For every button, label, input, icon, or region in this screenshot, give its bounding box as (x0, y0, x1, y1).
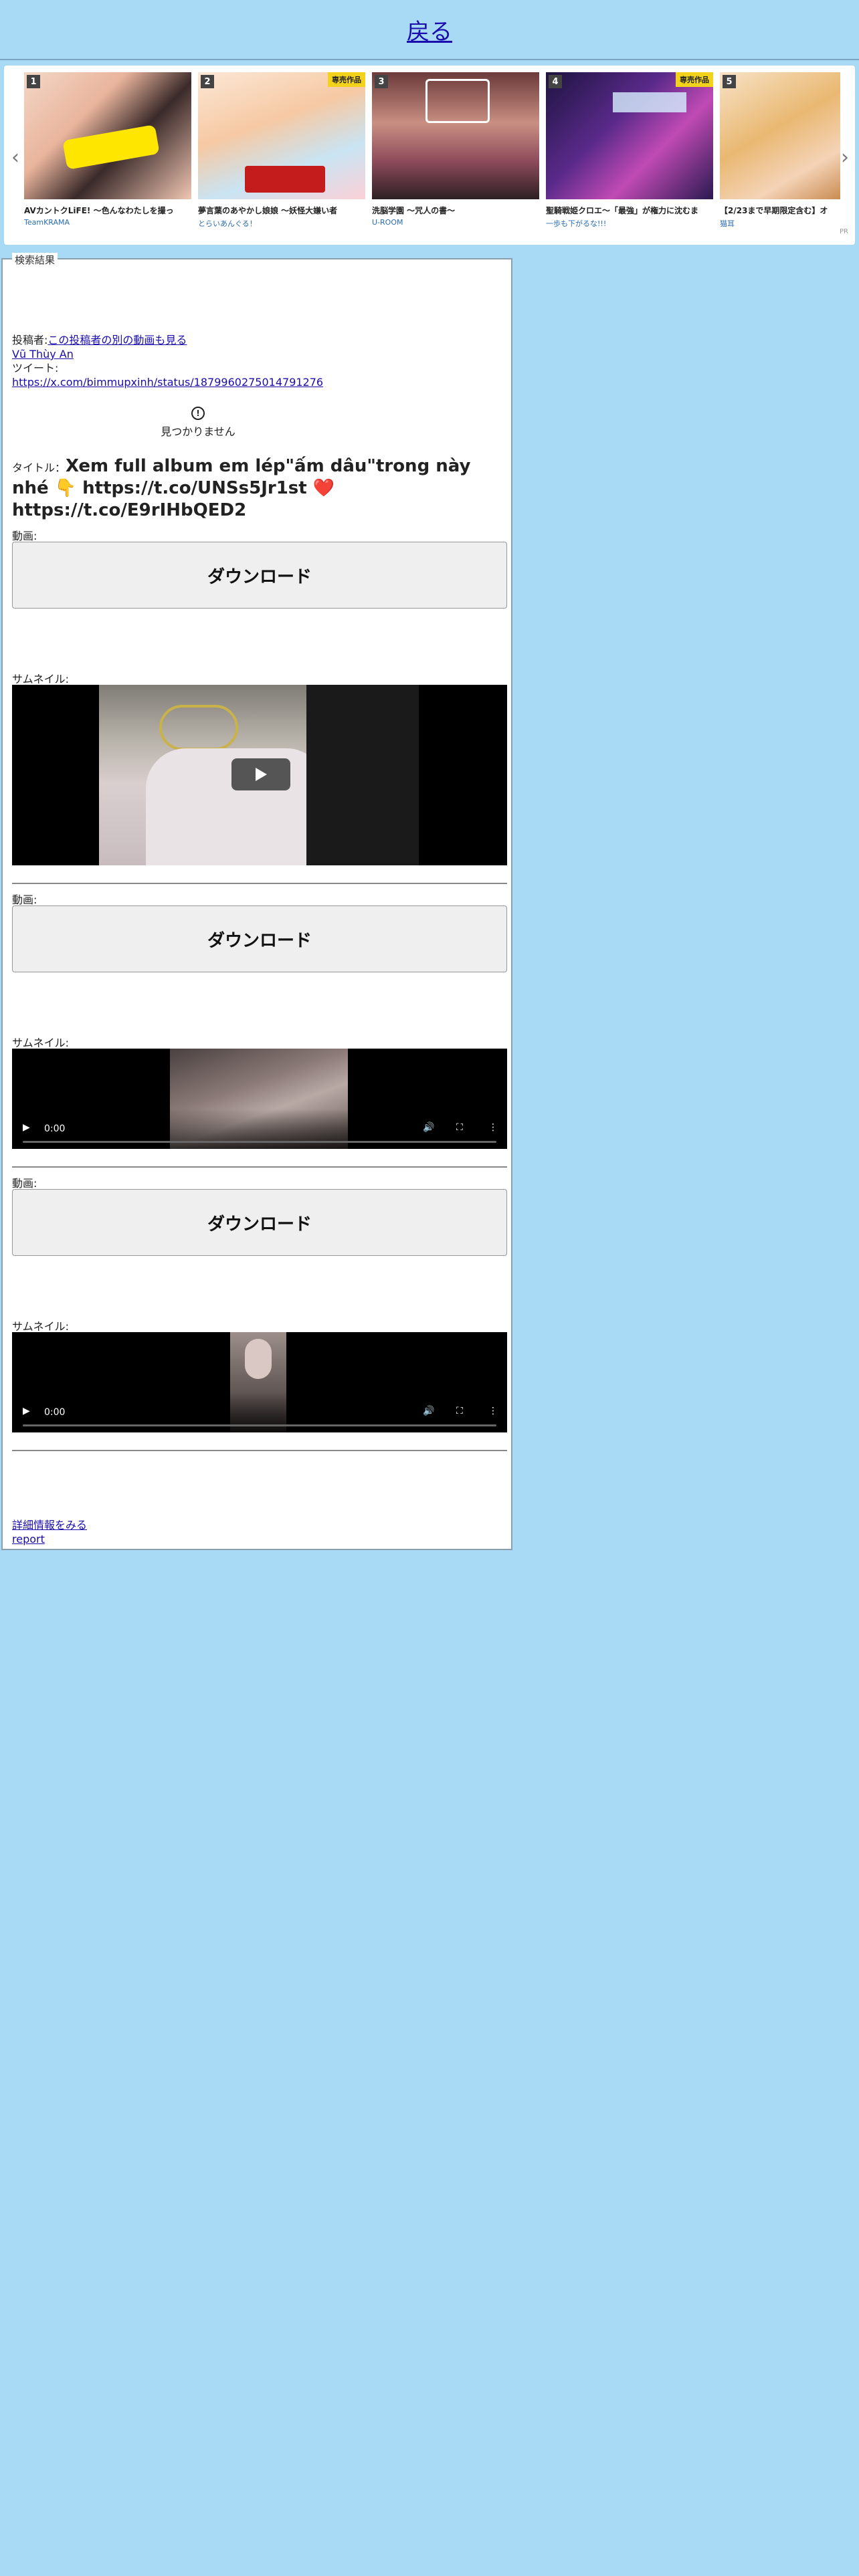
video-controls: ▶ 0:00 🔊 ⛶ ⋮ (12, 1109, 507, 1149)
rank-badge: 3 (375, 75, 388, 88)
card-circle: 猫耳 (720, 219, 735, 228)
thumbnail-label: サムネイル: (12, 1037, 70, 1049)
card-thumbnail: 4 専売作品 (546, 72, 713, 199)
report-link[interactable]: report (12, 1533, 45, 1545)
poster-label: 投稿者: (12, 334, 48, 346)
rank-badge: 5 (723, 75, 736, 88)
video-time: 0:00 (44, 1407, 66, 1418)
title-text: Xem full album em lép"ấm dâu"trong này n… (12, 456, 471, 520)
rank-badge: 4 (549, 75, 562, 88)
carousel-card[interactable]: 3 洗脳学園 ～咒人の書～ U-ROOM (372, 72, 539, 227)
rank-badge: 1 (27, 75, 40, 88)
tweet-url-link[interactable]: https://x.com/bimmupxinh/status/18799602… (12, 376, 323, 389)
download-button[interactable]: ダウンロード (12, 1189, 507, 1256)
alert-circle-icon: ! (191, 407, 205, 420)
result-legend: 検索結果 (12, 253, 58, 267)
card-circle: とらいあんぐる！ (198, 219, 257, 228)
download-button[interactable]: ダウンロード (12, 542, 507, 609)
video-label: 動画: (12, 530, 37, 542)
download-button[interactable]: ダウンロード (12, 905, 507, 972)
details-link[interactable]: 詳細情報をみる (12, 1519, 87, 1531)
carousel-next-icon[interactable]: › (836, 146, 854, 169)
video-thumbnail[interactable] (12, 685, 507, 865)
card-circle: U-ROOM (372, 218, 403, 227)
video-progress[interactable] (23, 1424, 496, 1426)
card-title: 聖騎戦姫クロエ～「最強」が権力に沈むま (546, 206, 699, 215)
not-found-notice: ! 見つかりません (12, 407, 384, 439)
back-link[interactable]: 戻る (407, 13, 452, 46)
play-icon[interactable]: ▶ (23, 1406, 30, 1416)
fullscreen-icon[interactable]: ⛶ (456, 1122, 463, 1133)
tweet-label: ツイート: (12, 362, 59, 374)
carousel-card[interactable]: 5 【2/23まで早期限定含む】オ 猫耳 (720, 72, 840, 229)
pr-label: PR (840, 228, 848, 235)
divider (12, 1450, 507, 1451)
video-label: 動画: (12, 893, 37, 906)
ad-carousel: ‹ 1 AVカントクLiFE! ～色んなわたしを撮っ TeamKRAMA 2 専… (4, 66, 855, 245)
card-thumbnail: 5 (720, 72, 840, 199)
tweet-title: タイトル：Xem full album em lép"ấm dâu"trong … (12, 456, 494, 522)
poster-other-videos-link[interactable]: この投稿者の別の動画も見る (47, 334, 187, 346)
card-circle: 一歩も下がるな!!! (546, 219, 607, 228)
search-result-panel: 検索結果 投稿者:この投稿者の別の動画も見る Vũ Thùy An ツイート: … (1, 253, 512, 1550)
thumbnail-label: サムネイル: (12, 1320, 70, 1333)
thumbnail-label: サムネイル: (12, 673, 70, 685)
card-thumbnail: 2 専売作品 (198, 72, 365, 199)
footer-links: 詳細情報をみる report (12, 1518, 87, 1546)
title-label: タイトル： (12, 461, 66, 474)
card-thumbnail: 3 (372, 72, 539, 199)
volume-icon[interactable]: 🔊 (423, 1122, 434, 1133)
exclusive-badge: 専売作品 (328, 72, 365, 87)
card-circle: TeamKRAMA (24, 218, 70, 227)
poster-info: 投稿者:この投稿者の別の動画も見る Vũ Thùy An ツイート: https… (12, 333, 507, 389)
more-options-icon[interactable]: ⋮ (488, 1406, 498, 1416)
play-icon[interactable] (231, 758, 290, 790)
play-icon[interactable]: ▶ (23, 1122, 30, 1133)
not-found-text: 見つかりません (161, 425, 235, 438)
carousel-card[interactable]: 1 AVカントクLiFE! ～色んなわたしを撮っ TeamKRAMA (24, 72, 191, 227)
video-controls: ▶ 0:00 🔊 ⛶ ⋮ (12, 1392, 507, 1432)
carousel-card[interactable]: 4 専売作品 聖騎戦姫クロエ～「最強」が権力に沈むま 一歩も下がるな!!! (546, 72, 713, 229)
fullscreen-icon[interactable]: ⛶ (456, 1406, 463, 1416)
carousel-card[interactable]: 2 専売作品 夢言葉のあやかし娘娘 ～妖怪大嫌い者 とらいあんぐる！ (198, 72, 365, 229)
video-progress[interactable] (23, 1141, 496, 1143)
card-title: 【2/23まで早期限定含む】オ (720, 206, 828, 215)
card-title: 夢言葉のあやかし娘娘 ～妖怪大嫌い者 (198, 206, 338, 215)
more-options-icon[interactable]: ⋮ (488, 1122, 498, 1133)
card-title: AVカントクLiFE! ～色んなわたしを撮っ (24, 206, 174, 215)
top-header: 戻る (0, 0, 859, 60)
video-label: 動画: (12, 1177, 37, 1190)
carousel-prev-icon[interactable]: ‹ (7, 146, 24, 169)
card-thumbnail: 1 (24, 72, 191, 199)
divider (12, 1166, 507, 1168)
video-player[interactable]: ▶ 0:00 🔊 ⛶ ⋮ (12, 1332, 507, 1432)
rank-badge: 2 (201, 75, 214, 88)
volume-icon[interactable]: 🔊 (423, 1406, 434, 1416)
card-title: 洗脳学園 ～咒人の書～ (372, 206, 456, 215)
poster-name-link[interactable]: Vũ Thùy An (12, 348, 74, 360)
exclusive-badge: 専売作品 (676, 72, 713, 87)
video-time: 0:00 (44, 1123, 66, 1134)
video-player[interactable]: ▶ 0:00 🔊 ⛶ ⋮ (12, 1049, 507, 1149)
divider (12, 883, 507, 884)
